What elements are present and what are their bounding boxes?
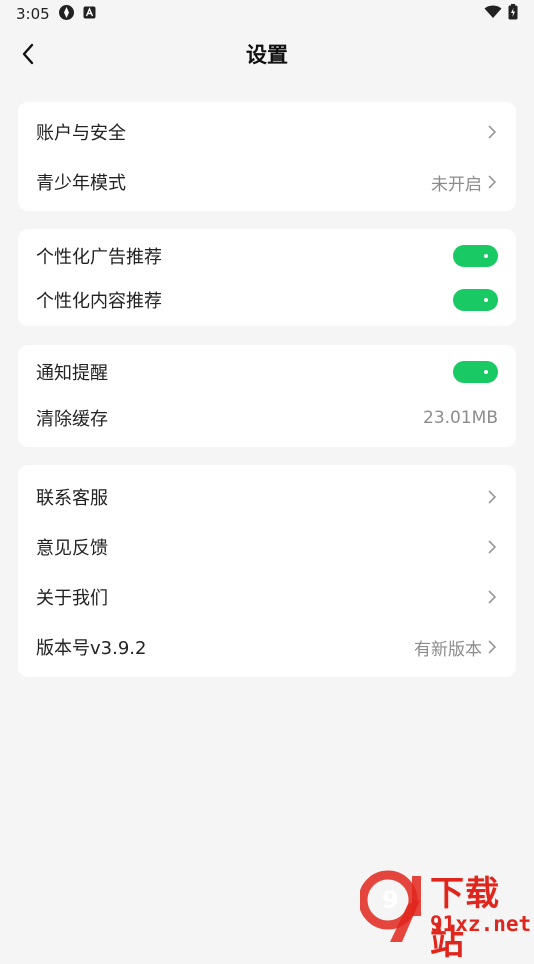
teen-mode-status: 未开启	[431, 174, 482, 195]
watermark-logo: 9	[360, 870, 421, 942]
row-label: 通知提醒	[36, 363, 108, 384]
account-security-row[interactable]: 账户与安全	[18, 112, 516, 152]
personalized-ads-toggle[interactable]	[453, 245, 498, 267]
watermark-logo-number: 9	[382, 886, 399, 914]
back-button[interactable]	[14, 40, 42, 68]
update-status: 有新版本	[414, 639, 482, 660]
back-arrow-icon	[22, 43, 34, 65]
feedback-row[interactable]: 意见反馈	[18, 527, 516, 567]
personalization-card: 个性化广告推荐 个性化内容推荐	[18, 229, 516, 326]
personalized-content-row: 个性化内容推荐	[18, 280, 516, 320]
about-us-row[interactable]: 关于我们	[18, 577, 516, 617]
row-label: 青少年模式	[36, 173, 126, 194]
chevron-right-icon	[486, 124, 498, 140]
watermark-url: 91xz.net	[430, 912, 532, 936]
cache-size: 23.01MB	[423, 408, 498, 428]
toggle-knob	[484, 370, 488, 374]
chevron-right-icon	[486, 589, 498, 605]
row-label: 账户与安全	[36, 123, 126, 144]
watermark: 9 下载站 91xz.net	[360, 866, 532, 963]
row-label: 联系客服	[36, 488, 108, 509]
chevron-right-icon	[486, 174, 498, 190]
status-bar: 3:05	[0, 0, 534, 28]
notification-card: 通知提醒 清除缓存 23.01MB	[18, 345, 516, 447]
battery-icon	[508, 4, 518, 24]
app-header: 设置	[0, 28, 534, 80]
about-card: 联系客服 意见反馈 关于我们 版本号v3.9.2 有新版本	[18, 465, 516, 677]
notification-row: 通知提醒	[18, 352, 516, 392]
status-time: 3:05	[16, 5, 50, 23]
version-row[interactable]: 版本号v3.9.2 有新版本	[18, 627, 516, 667]
personalized-content-toggle[interactable]	[453, 289, 498, 311]
sync-icon	[58, 4, 75, 25]
row-label: 个性化广告推荐	[36, 247, 162, 268]
chevron-right-icon	[486, 539, 498, 555]
toggle-knob	[484, 254, 488, 258]
app-notification-icon	[83, 5, 96, 23]
teen-mode-row[interactable]: 青少年模式 未开启	[18, 162, 516, 202]
row-label: 版本号v3.9.2	[36, 638, 147, 659]
toggle-knob	[484, 298, 488, 302]
wifi-icon	[484, 5, 502, 23]
page-title: 设置	[246, 43, 288, 67]
clear-cache-row[interactable]: 清除缓存 23.01MB	[18, 398, 516, 438]
chevron-right-icon	[486, 639, 498, 655]
chevron-right-icon	[486, 489, 498, 505]
row-label: 清除缓存	[36, 409, 108, 430]
row-label: 个性化内容推荐	[36, 291, 162, 312]
account-card: 账户与安全 青少年模式 未开启	[18, 102, 516, 211]
personalized-ads-row: 个性化广告推荐	[18, 236, 516, 276]
row-label: 关于我们	[36, 588, 108, 609]
row-label: 意见反馈	[36, 538, 108, 559]
notification-toggle[interactable]	[453, 361, 498, 383]
contact-service-row[interactable]: 联系客服	[18, 477, 516, 517]
